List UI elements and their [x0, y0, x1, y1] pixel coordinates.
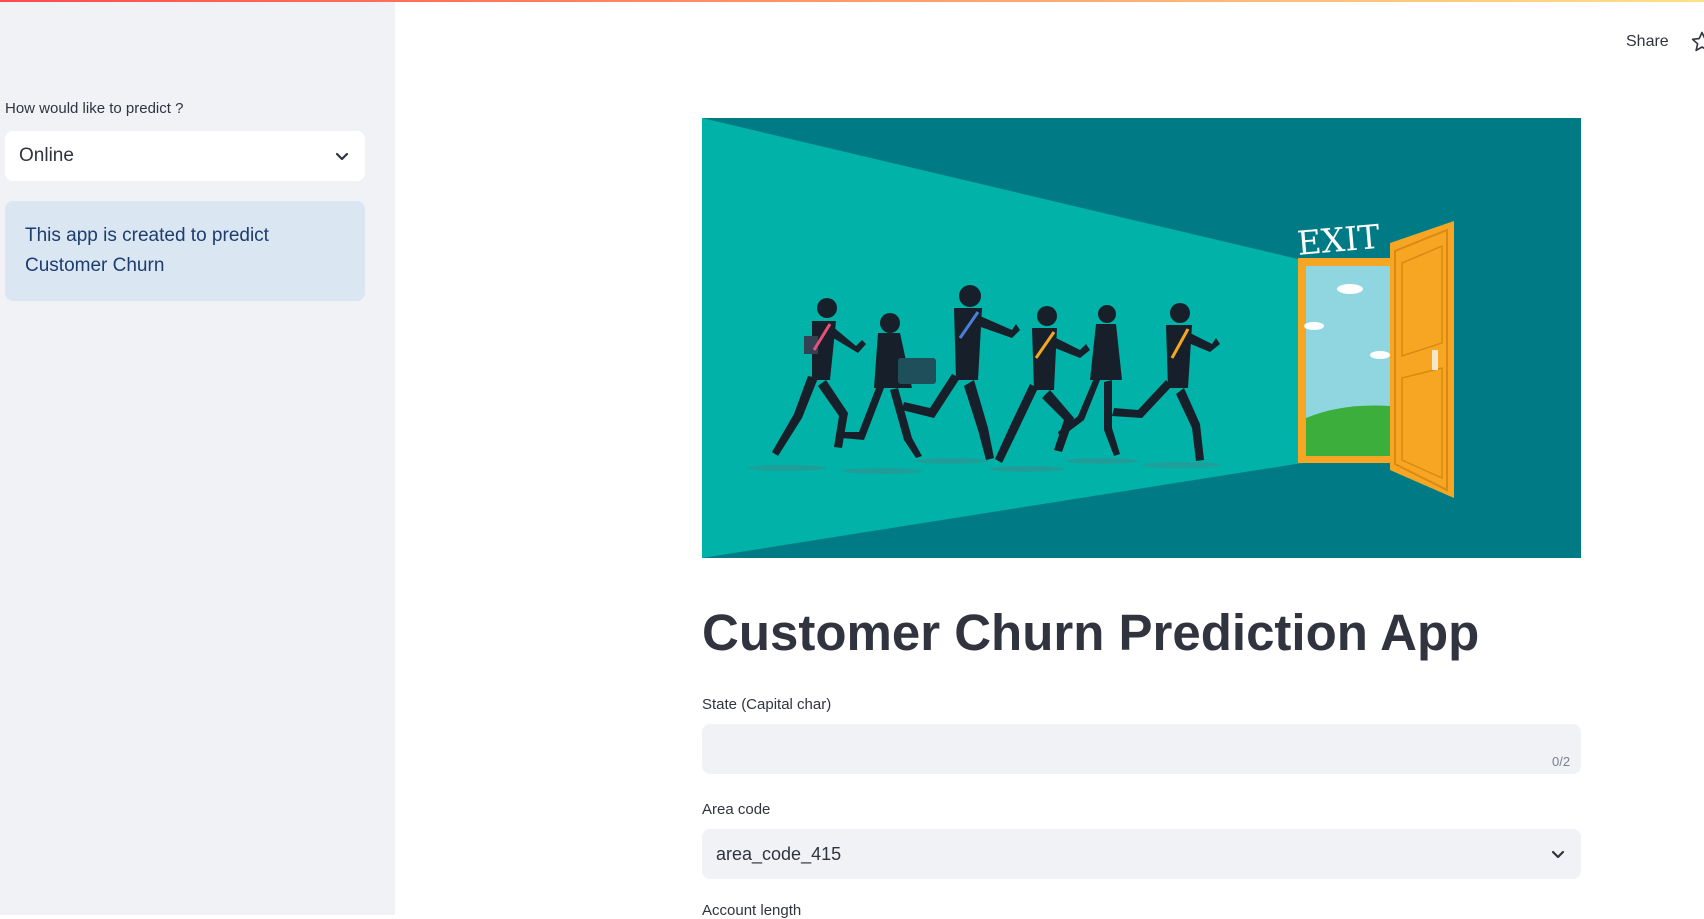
info-alert: This app is created to predict Customer …	[5, 201, 365, 301]
exit-door: EXIT	[1296, 217, 1454, 498]
area-code-label: Area code	[702, 801, 771, 818]
exit-sign: EXIT	[1296, 217, 1382, 263]
sidebar: How would like to predict ? Online This …	[0, 0, 395, 915]
top-accent-bar	[0, 0, 1704, 2]
hero-illustration: EXIT	[702, 118, 1581, 558]
area-code-select[interactable]: area_code_415	[702, 829, 1581, 879]
state-label: State (Capital char)	[702, 696, 832, 713]
account-length-label: Account length	[702, 902, 802, 919]
state-char-counter: 0/2	[1552, 754, 1571, 769]
predict-mode-select[interactable]: Online	[5, 131, 365, 181]
predict-mode-label: How would like to predict ?	[5, 100, 184, 117]
page-title: Customer Churn Prediction App	[702, 604, 1480, 661]
share-button[interactable]: Share	[1626, 33, 1669, 51]
chevron-down-icon	[1549, 845, 1567, 863]
predict-mode-value: Online	[19, 145, 74, 166]
state-input[interactable]	[702, 724, 1581, 774]
chevron-down-icon	[333, 147, 351, 165]
star-icon[interactable]	[1690, 30, 1704, 54]
area-code-value: area_code_415	[716, 843, 842, 864]
